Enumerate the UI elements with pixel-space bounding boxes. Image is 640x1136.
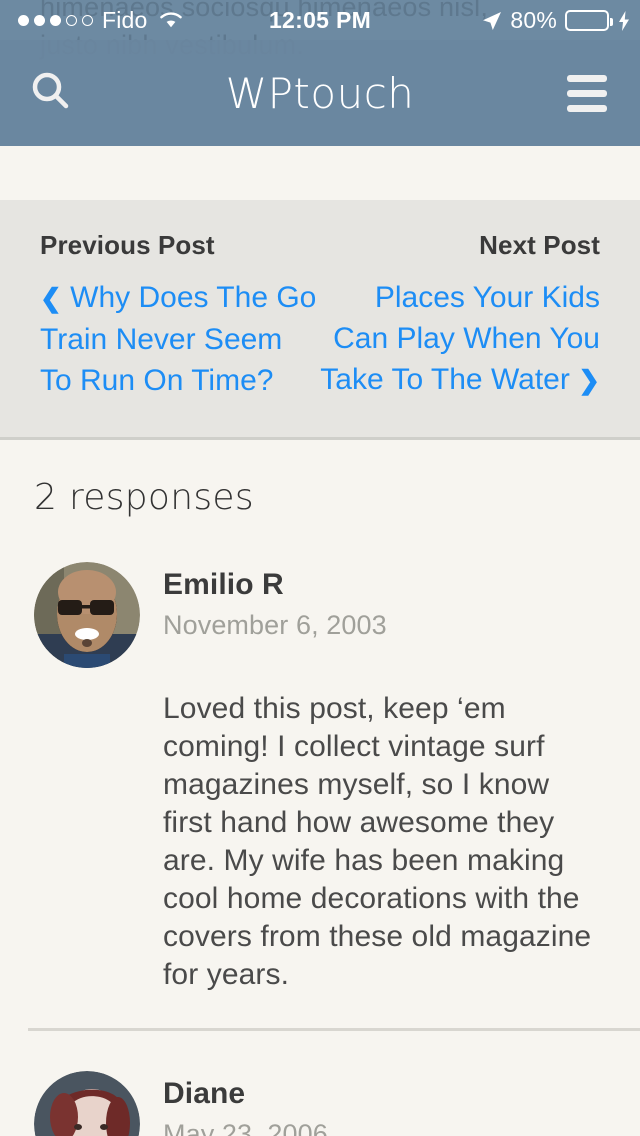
next-post-link[interactable]: Places Your Kids Can Play When You Take … [320, 277, 600, 401]
previous-post-heading: Previous Post [40, 230, 215, 260]
hamburger-menu-icon-bar-3 [567, 104, 607, 112]
comment-date: November 6, 2003 [163, 610, 387, 640]
previous-post-column: Previous Post ❮ Why Does The Go Train Ne… [40, 230, 320, 401]
comment-meta: Diane May 23, 2006 [163, 1071, 328, 1136]
hamburger-menu-icon-bar-2 [567, 89, 607, 97]
battery-percent-label: 80% [510, 6, 557, 33]
battery-icon [565, 9, 613, 31]
previous-post-title: Why Does The Go Train Never Seem To Run … [40, 281, 317, 397]
comment-item: Diane May 23, 2006 I remember my dad rea… [0, 1031, 640, 1136]
avatar-emilio [34, 562, 140, 668]
chevron-left-icon: ❮ [40, 283, 62, 313]
next-post-column: Next Post Places Your Kids Can Play When… [320, 230, 600, 401]
app-screen: himenaeos sociosqu himenaeos nisl, justo… [0, 0, 640, 1136]
comment-header: Diane May 23, 2006 [34, 1071, 600, 1136]
page-title: WPtouch [225, 68, 415, 118]
previous-post-link[interactable]: ❮ Why Does The Go Train Never Seem To Ru… [40, 277, 320, 401]
comment-body: Loved this post, keep ‘em coming! I coll… [163, 692, 592, 991]
next-post-title: Places Your Kids Can Play When You Take … [320, 281, 600, 396]
app-header-bar: WPtouch [0, 40, 640, 146]
chevron-right-icon: ❯ [578, 365, 600, 395]
comment-author: Emilio R [163, 568, 284, 601]
status-bar-right: 80% [482, 7, 640, 34]
post-navigation: Previous Post ❮ Why Does The Go Train Ne… [0, 200, 640, 440]
status-bar: Fido 12:05 PM 80% [0, 0, 640, 40]
responses-heading: 2 responses [34, 477, 254, 518]
avatar-diane [34, 1071, 140, 1136]
hamburger-menu-icon-bar-1 [567, 74, 607, 82]
location-arrow-icon [482, 10, 502, 30]
comment-header: Emilio R November 6, 2003 [34, 562, 600, 668]
next-post-heading: Next Post [479, 230, 600, 260]
lightning-bolt-icon [618, 10, 630, 31]
comments-section: 2 responses Emilio R November 6, 2003 Lo… [0, 437, 640, 1136]
comment-date: May 23, 2006 [163, 1119, 328, 1136]
search-button[interactable] [12, 54, 90, 132]
comment-meta: Emilio R November 6, 2003 [163, 562, 387, 641]
comment-item: Emilio R November 6, 2003 Loved this pos… [0, 518, 640, 994]
menu-button[interactable] [548, 54, 626, 132]
search-icon [29, 69, 73, 118]
comment-author: Diane [163, 1077, 246, 1110]
